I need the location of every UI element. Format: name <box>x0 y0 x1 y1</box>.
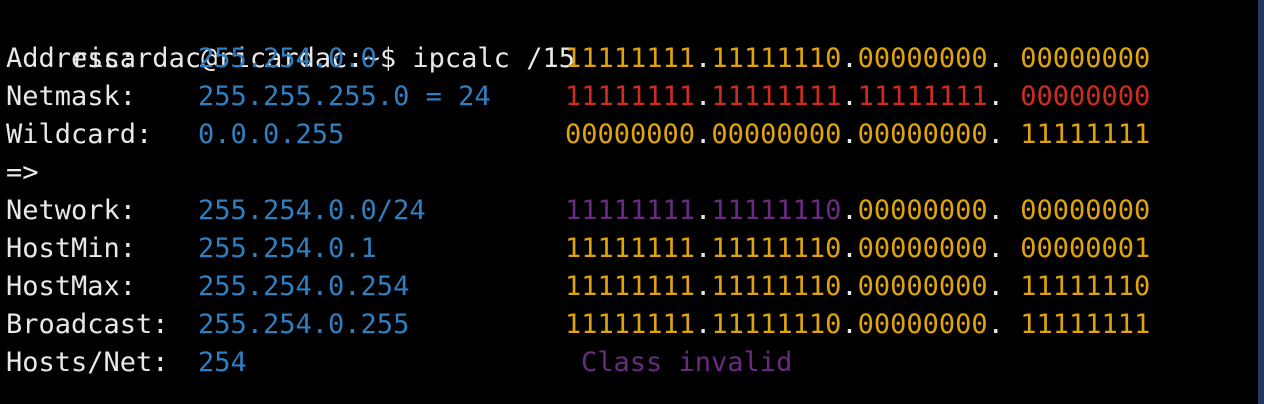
address-row: Address: 255.254.0.0 11111111.11111110.0… <box>6 40 1150 78</box>
terminal-window[interactable]: ricardac@ricardac:~$ ipcalc /15 Address:… <box>0 0 1264 404</box>
broadcast-binary: 11111111.11111110.00000000. 11111111 <box>565 309 1151 340</box>
netmask-row: Netmask: 255.255.255.0 = 24 11111111.111… <box>6 78 1150 116</box>
hostmin-binary: 11111111.11111110.00000000. 00000001 <box>565 233 1151 264</box>
broadcast-value: 255.254.0.255 <box>198 309 410 340</box>
hostmin-value: 255.254.0.1 <box>198 233 377 264</box>
network-value: 255.254.0.0/24 <box>198 195 426 226</box>
wildcard-label: Wildcard: <box>6 119 153 150</box>
hostmax-label: HostMax: <box>6 271 137 302</box>
network-binary: 11111111.11111110.00000000. 00000000 <box>565 195 1151 226</box>
broadcast-label: Broadcast: <box>6 309 169 340</box>
wildcard-row: Wildcard: 0.0.0.255 00000000.00000000.00… <box>6 116 1150 154</box>
prompt-line: ricardac@ricardac:~$ ipcalc /15 <box>6 2 575 74</box>
command-text: ipcalc /15 <box>412 43 575 74</box>
hostmax-binary: 11111111.11111110.00000000. 11111110 <box>565 271 1151 302</box>
address-value: 255.254.0.0 <box>198 43 377 74</box>
hostmax-row: HostMax: 255.254.0.254 11111111.11111110… <box>6 268 1150 306</box>
window-edge <box>1258 0 1264 404</box>
network-label: Network: <box>6 195 137 226</box>
hosts-per-net-label: Hosts/Net: <box>6 347 169 378</box>
hostmin-label: HostMin: <box>6 233 137 264</box>
address-binary: 11111111.11111110.00000000. 00000000 <box>565 43 1151 74</box>
netmask-label: Netmask: <box>6 81 137 112</box>
result-arrow: => <box>6 157 39 188</box>
hosts-per-net-value: 254 <box>198 347 247 378</box>
wildcard-binary: 00000000.00000000.00000000. 11111111 <box>565 119 1151 150</box>
wildcard-value: 0.0.0.255 <box>198 119 345 150</box>
hostmin-row: HostMin: 255.254.0.1 11111111.11111110.0… <box>6 230 1150 268</box>
broadcast-row: Broadcast: 255.254.0.255 11111111.111111… <box>6 306 1150 344</box>
network-row: Network: 255.254.0.0/24 11111111.1111111… <box>6 192 1150 230</box>
address-label: Address: <box>6 43 137 74</box>
netmask-binary: 11111111.11111111.11111111. 00000000 <box>565 81 1151 112</box>
hosts-per-net-row: Hosts/Net: 254 Class invalid <box>6 344 792 382</box>
netmask-value: 255.255.255.0 = 24 <box>198 81 491 112</box>
arrow-row: => <box>6 154 71 192</box>
class-note: Class invalid <box>581 347 793 378</box>
hostmax-value: 255.254.0.254 <box>198 271 410 302</box>
